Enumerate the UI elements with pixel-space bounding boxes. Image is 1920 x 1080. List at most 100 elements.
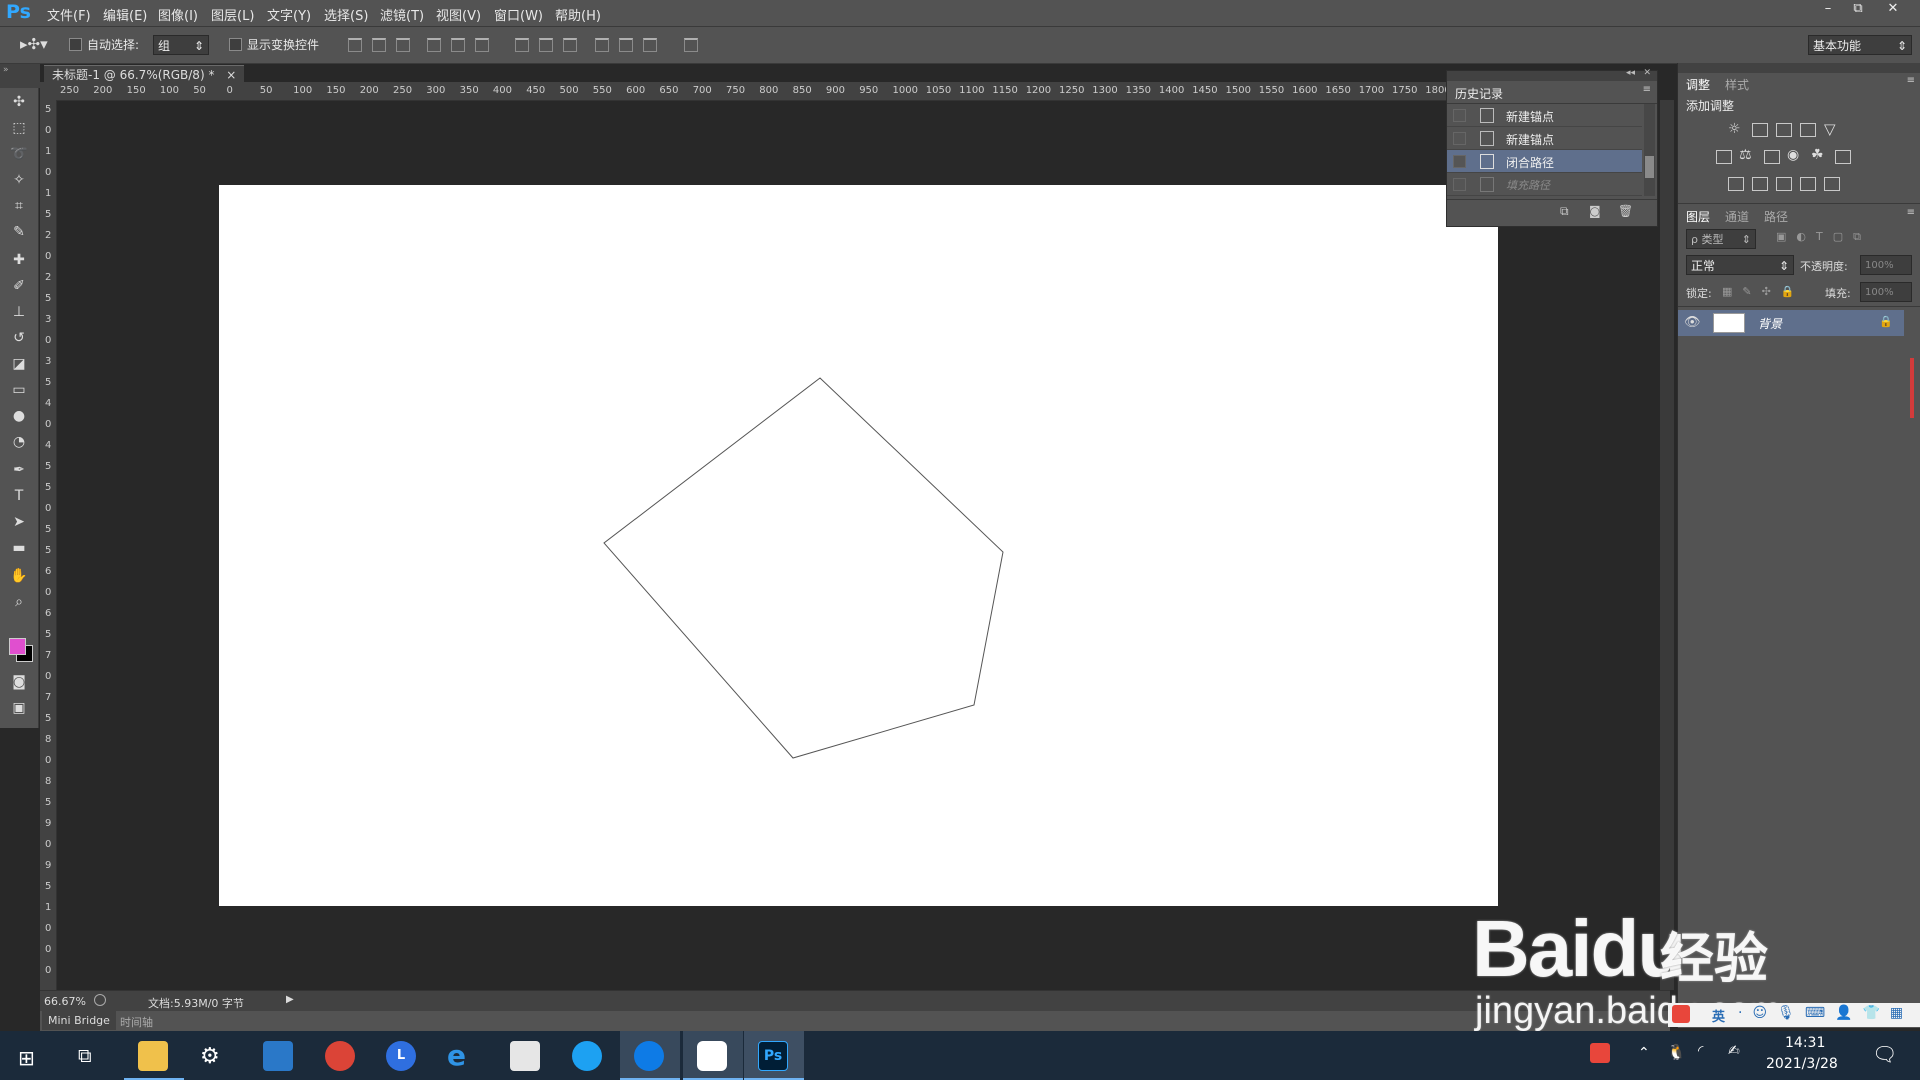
filter-icons[interactable]: ▣◐T▢⧉ bbox=[1776, 230, 1871, 244]
rectangle-tool-icon[interactable]: ▬ bbox=[9, 538, 29, 558]
menu-filter[interactable]: 滤镜(T) bbox=[380, 5, 424, 24]
vibrance-icon[interactable]: ▽ bbox=[1824, 120, 1836, 138]
eraser-tool-icon[interactable]: ◪ bbox=[9, 354, 29, 374]
task-view-icon[interactable]: ⧉ bbox=[78, 1045, 92, 1067]
quick-mask-icon[interactable]: ◙ bbox=[9, 672, 29, 692]
menu-help[interactable]: 帮助(H) bbox=[555, 5, 601, 24]
tab-paths[interactable]: 路径 bbox=[1764, 208, 1788, 225]
channel-mixer-icon[interactable]: ☘ bbox=[1811, 147, 1824, 163]
type-tool-icon[interactable]: T bbox=[9, 486, 29, 506]
tab-timeline[interactable]: 时间轴 bbox=[120, 1014, 153, 1030]
opacity-input[interactable]: 100% bbox=[1860, 255, 1912, 275]
levels-icon[interactable] bbox=[1752, 123, 1768, 137]
history-snapshot-checkbox[interactable] bbox=[1453, 155, 1466, 168]
minimize-button[interactable]: – bbox=[1813, 0, 1843, 18]
history-item-selected[interactable]: 闭合路径 bbox=[1447, 150, 1642, 173]
hue-saturation-icon[interactable] bbox=[1716, 150, 1732, 164]
history-snapshot-checkbox[interactable] bbox=[1453, 132, 1466, 145]
edge-browser-icon[interactable] bbox=[572, 1041, 602, 1071]
auto-select-dropdown[interactable]: 组 ⇕ bbox=[153, 35, 209, 55]
distribute-left-icon[interactable] bbox=[595, 38, 609, 52]
auto-align-icon[interactable] bbox=[684, 38, 698, 52]
panel-menu-icon[interactable]: ≡ bbox=[1643, 84, 1651, 95]
canvas-scroll-track[interactable] bbox=[1660, 100, 1674, 990]
path-selection-tool-icon[interactable]: ➤ bbox=[9, 512, 29, 532]
auto-select-checkbox[interactable] bbox=[69, 38, 82, 51]
photo-filter-icon[interactable]: ◉ bbox=[1787, 147, 1799, 163]
sogou-logo-icon[interactable] bbox=[1672, 1005, 1690, 1023]
history-item[interactable]: 新建锚点 bbox=[1447, 127, 1642, 150]
lock-icons[interactable]: ▦✎✣🔒 bbox=[1722, 285, 1805, 298]
blend-mode-dropdown[interactable]: 正常 ⇕ bbox=[1686, 255, 1794, 275]
invert-icon[interactable] bbox=[1728, 177, 1744, 191]
align-bottom-icon[interactable] bbox=[396, 38, 410, 52]
chrome-icon[interactable] bbox=[325, 1041, 355, 1071]
collapse-icon[interactable]: ◂◂ bbox=[1626, 68, 1635, 78]
pen-tool-icon[interactable]: ✒ bbox=[9, 460, 29, 480]
menu-view[interactable]: 视图(V) bbox=[436, 5, 481, 24]
workspace-dropdown[interactable]: 基本功能 ⇕ bbox=[1808, 35, 1912, 55]
threshold-icon[interactable] bbox=[1776, 177, 1792, 191]
tab-adjustments[interactable]: 调整 bbox=[1686, 76, 1710, 93]
l-app-icon[interactable]: L bbox=[386, 1041, 416, 1071]
color-lookup-icon[interactable] bbox=[1835, 150, 1851, 164]
history-brush-tool-icon[interactable]: ↺ bbox=[9, 328, 29, 348]
history-snapshot-checkbox[interactable] bbox=[1453, 109, 1466, 122]
distribute-vcenter-icon[interactable] bbox=[539, 38, 553, 52]
ime-language[interactable]: 英 bbox=[1712, 1006, 1725, 1025]
restore-button[interactable]: ⧉ bbox=[1843, 0, 1873, 18]
collapse-arrows-icon[interactable]: » bbox=[3, 65, 9, 75]
snapshot-camera-icon[interactable]: ◙ bbox=[1589, 204, 1601, 218]
hand-tool-icon[interactable]: ✋ bbox=[9, 566, 29, 586]
menu-edit[interactable]: 编辑(E) bbox=[103, 5, 147, 24]
distribute-bottom-icon[interactable] bbox=[563, 38, 577, 52]
windows-start-icon[interactable]: ⊞ bbox=[18, 1046, 35, 1070]
color-balance-icon[interactable]: ⚖ bbox=[1739, 147, 1752, 163]
align-left-icon[interactable] bbox=[427, 38, 441, 52]
eyedropper-tool-icon[interactable]: ✎ bbox=[9, 222, 29, 242]
crop-tool-icon[interactable]: ⌗ bbox=[9, 196, 29, 216]
tab-close-icon[interactable]: × bbox=[226, 68, 236, 82]
layer-kind-filter[interactable]: ρ 类型 ⇕ bbox=[1686, 229, 1756, 249]
ime-tool-icons[interactable]: ·☺🎙⌨👤👕▦ bbox=[1738, 1005, 1913, 1021]
panel-menu-icon[interactable]: ≡ bbox=[1907, 207, 1915, 218]
tab-styles[interactable]: 样式 bbox=[1725, 76, 1749, 93]
distribute-top-icon[interactable] bbox=[515, 38, 529, 52]
close-icon[interactable]: ✕ bbox=[1643, 68, 1651, 78]
zoom-tool-icon[interactable]: ⌕ bbox=[9, 592, 29, 612]
align-hcenter-icon[interactable] bbox=[451, 38, 465, 52]
baidu-netdisk-icon[interactable] bbox=[697, 1041, 727, 1071]
trash-icon[interactable]: 🗑 bbox=[1618, 204, 1633, 218]
align-vcenter-icon[interactable] bbox=[372, 38, 386, 52]
show-transform-checkbox[interactable] bbox=[229, 38, 242, 51]
layer-row-background[interactable]: 👁 背景 🔒 bbox=[1678, 310, 1904, 336]
zoom-level[interactable]: 66.67% bbox=[44, 995, 86, 1008]
clone-stamp-tool-icon[interactable]: ⊥ bbox=[9, 302, 29, 322]
document-canvas[interactable] bbox=[219, 185, 1498, 906]
tab-channels[interactable]: 通道 bbox=[1725, 208, 1749, 225]
history-item[interactable]: 新建锚点 bbox=[1447, 104, 1642, 127]
photos-app-icon[interactable] bbox=[263, 1041, 293, 1071]
brightness-icon[interactable]: ☼ bbox=[1728, 121, 1741, 137]
menu-window[interactable]: 窗口(W) bbox=[494, 5, 543, 24]
history-item-dimmed[interactable]: 填充路径 bbox=[1447, 173, 1642, 196]
menu-image[interactable]: 图像(I) bbox=[158, 5, 198, 24]
status-info-icon[interactable] bbox=[94, 994, 106, 1006]
settings-gear-icon[interactable]: ⚙ bbox=[200, 1044, 220, 1069]
internet-explorer-icon[interactable]: e bbox=[447, 1039, 466, 1072]
distribute-right-icon[interactable] bbox=[643, 38, 657, 52]
history-snapshot-checkbox[interactable] bbox=[1453, 178, 1466, 191]
photoshop-taskbar-icon[interactable]: Ps bbox=[758, 1041, 788, 1071]
store-icon[interactable] bbox=[510, 1041, 540, 1071]
ruler-origin[interactable] bbox=[40, 82, 56, 100]
clock-date[interactable]: 2021/3/28 bbox=[1766, 1056, 1838, 1072]
gradient-tool-icon[interactable]: ▭ bbox=[9, 380, 29, 400]
history-scrollbar[interactable] bbox=[1644, 104, 1655, 196]
selective-color-icon[interactable] bbox=[1800, 177, 1816, 191]
panel-menu-icon[interactable]: ≡ bbox=[1907, 75, 1915, 86]
move-tool-icon[interactable]: ✣ bbox=[9, 92, 29, 112]
close-button[interactable]: ✕ bbox=[1878, 0, 1908, 18]
tray-chevron-up-icon[interactable]: ⌃ bbox=[1638, 1045, 1650, 1061]
tab-layers[interactable]: 图层 bbox=[1686, 208, 1710, 225]
black-white-icon[interactable] bbox=[1764, 150, 1780, 164]
